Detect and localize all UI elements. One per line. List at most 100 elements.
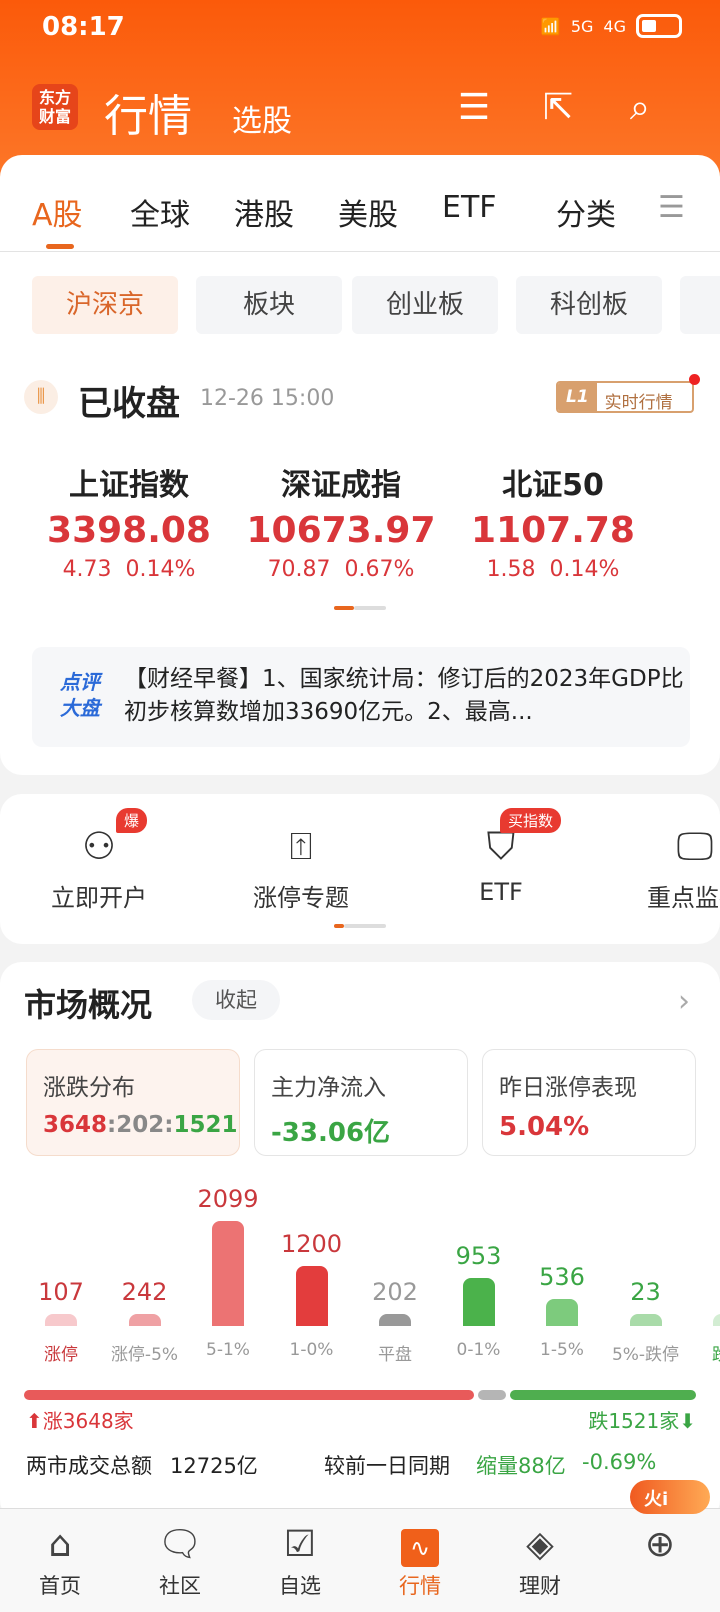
tab-underline xyxy=(46,244,74,249)
share-icon[interactable]: ⇱ xyxy=(536,86,580,130)
section-title: 市场概况 xyxy=(24,986,153,1024)
pager-active xyxy=(334,924,344,928)
index-change: 4.73 0.14% xyxy=(62,557,196,582)
nav-label: 首页 xyxy=(39,1574,81,1598)
chart-value-label: 1200 xyxy=(280,1229,343,1258)
page-title[interactable]: 行情 xyxy=(104,80,192,144)
collapse-button[interactable]: 收起 xyxy=(192,980,280,1020)
nav-community[interactable]: 🗨 社区 xyxy=(135,1520,225,1600)
chart-icon: ∿ xyxy=(375,1520,465,1570)
shortcut-label: 涨停专题 xyxy=(253,884,349,912)
chart-bar xyxy=(462,1278,495,1326)
tab-category[interactable]: 分类 xyxy=(556,190,616,234)
shortcut-label: 重点监控 xyxy=(647,884,720,912)
tab-hk[interactable]: 港股 xyxy=(234,190,294,234)
stock-picker-tab[interactable]: 选股 xyxy=(232,96,292,140)
chat-icon: 🗨 xyxy=(157,1524,203,1565)
divider xyxy=(0,251,720,252)
shortcut-label: 立即开户 xyxy=(51,884,147,912)
nav-market[interactable]: ∿ 行情 xyxy=(375,1520,465,1600)
stat-limit-up-perf[interactable]: 昨日涨停表现 5.04% xyxy=(482,1049,696,1156)
status-time: 08:17 xyxy=(42,12,125,42)
index-card[interactable]: 深证成指 10673.97 70.87 0.67% xyxy=(246,460,436,582)
wifi-icon: 📶 xyxy=(540,16,561,36)
tab-us[interactable]: 美股 xyxy=(338,190,398,234)
flat-bar xyxy=(478,1390,506,1400)
chart-bar xyxy=(629,1314,662,1326)
chart-category-label: 平盘 xyxy=(378,1345,412,1365)
index-card[interactable]: 上证指数 3398.08 4.73 0.14% xyxy=(34,460,224,582)
tab-etf[interactable]: ETF xyxy=(442,190,497,225)
hot-badge: 火i xyxy=(630,1480,710,1514)
menu-icon[interactable]: ☰ xyxy=(658,190,685,225)
shortcut-limit-up[interactable]: ⍐ 涨停专题 xyxy=(226,818,376,913)
chart-value-label: 242 xyxy=(121,1277,168,1306)
nav-label: 行情 xyxy=(399,1574,441,1598)
chip-more[interactable] xyxy=(680,276,720,334)
chip-sector[interactable]: 板块 xyxy=(196,276,342,334)
chart-value-label: 23 xyxy=(630,1278,661,1306)
chart-value-label: 9 xyxy=(693,1278,720,1306)
nav-wealth[interactable]: ◈ 理财 xyxy=(495,1520,585,1600)
user-add-icon: ⚇ xyxy=(81,824,117,868)
turnover-label: 两市成交总额 xyxy=(26,1454,152,1478)
index-name: 深证成指 xyxy=(281,468,401,503)
chart-category-label: 涨停-5% xyxy=(110,1345,179,1365)
news-banner[interactable]: 点评大盘 【财经早餐】1、国家统计局：修订后的2023年GDP比初步核算数增加3… xyxy=(32,647,690,747)
chip-star[interactable]: 科创板 xyxy=(516,276,662,334)
chart-bar xyxy=(295,1265,328,1326)
realtime-label: 实时行情 xyxy=(604,393,673,413)
tab-global[interactable]: 全球 xyxy=(130,190,190,234)
index-value: 10673.97 xyxy=(246,510,436,551)
chart-value-label: 953 xyxy=(455,1242,502,1271)
chart-value-label: 107 xyxy=(38,1278,84,1306)
plus-icon: ⊕ xyxy=(644,1524,676,1565)
market-time: 12-26 15:00 xyxy=(200,386,335,411)
shortcut-open-account[interactable]: ⚇ 立即开户 xyxy=(24,818,174,913)
settings-list-icon[interactable]: ☰ xyxy=(452,86,496,130)
stat-net-inflow[interactable]: 主力净流入 -33.06亿 xyxy=(254,1049,468,1156)
arrow-up-icon: ⬆ xyxy=(26,1409,43,1433)
chart-bar xyxy=(379,1314,411,1326)
compare-value: 缩量88亿 xyxy=(476,1454,566,1478)
nav-more[interactable]: ⊕ xyxy=(615,1520,705,1570)
decline-bar xyxy=(510,1390,696,1400)
advance-count: ⬆涨3648家 xyxy=(26,1409,134,1433)
nav-label: 社区 xyxy=(159,1574,201,1598)
chevron-right-icon[interactable]: › xyxy=(678,984,690,1019)
index-name: 北证50 xyxy=(502,468,604,503)
shortcut-label: ETF xyxy=(479,878,523,906)
stat-value: 3648:202:1521 xyxy=(43,1112,238,1138)
chip-hushenjing[interactable]: 沪深京 xyxy=(32,276,178,334)
chart-value-label: 2099 xyxy=(197,1185,259,1213)
monitor-icon: 🖵 xyxy=(676,824,714,868)
stat-advance-decline[interactable]: 涨跌分布 3648:202:1521 xyxy=(26,1049,240,1156)
turnover-value: 12725亿 xyxy=(170,1454,258,1478)
chart-category-label: 1-5% xyxy=(540,1340,584,1360)
shortcut-badge: 爆 xyxy=(116,808,148,833)
nav-watchlist[interactable]: ☑ 自选 xyxy=(255,1520,345,1600)
shortcut-monitor[interactable]: 🖵 重点监控 xyxy=(620,818,720,913)
tab-a-shares[interactable]: A股 xyxy=(32,190,83,234)
pager-track xyxy=(344,924,386,928)
pager-track xyxy=(354,606,386,610)
notification-dot xyxy=(689,374,700,385)
realtime-quote-badge[interactable]: L1 实时行情 xyxy=(556,381,694,413)
chart-bar xyxy=(128,1313,161,1326)
index-name: 上证指数 xyxy=(69,468,189,503)
search-icon[interactable]: ⌕ xyxy=(618,86,662,130)
chart-category-label: 涨停 xyxy=(44,1345,78,1365)
l1-label: L1 xyxy=(558,383,597,411)
chart-value-label: 536 xyxy=(539,1263,585,1292)
chip-chinext[interactable]: 创业板 xyxy=(352,276,498,334)
advance-bar xyxy=(24,1390,474,1400)
chart-bar xyxy=(45,1314,77,1326)
shortcut-badge: 买指数 xyxy=(500,808,562,833)
stat-value: -33.06亿 xyxy=(271,1118,391,1148)
nav-home[interactable]: ⌂ 首页 xyxy=(15,1520,105,1600)
compare-pct: -0.69% xyxy=(582,1450,657,1474)
index-value: 3398.08 xyxy=(47,510,211,551)
stat-value: 5.04% xyxy=(499,1112,590,1142)
index-card[interactable]: 北证50 1107.78 1.58 0.14% xyxy=(458,460,648,582)
home-icon: ⌂ xyxy=(48,1524,72,1565)
